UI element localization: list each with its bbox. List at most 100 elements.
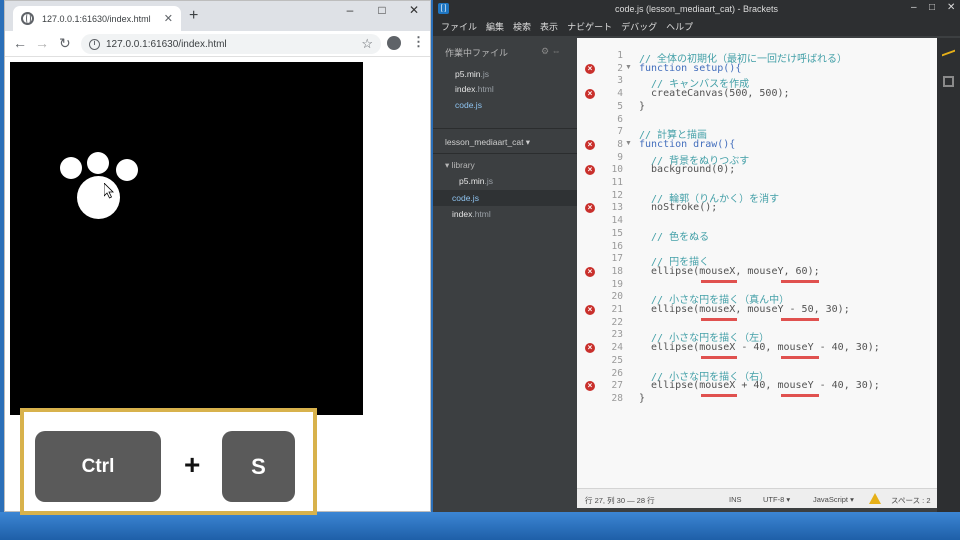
- code-line: ellipse(mouseX, mouseY, 60);: [639, 265, 820, 277]
- menu-dots-icon[interactable]: ⋮: [412, 34, 425, 50]
- line-number: 3: [617, 75, 623, 87]
- lint-underline: [701, 279, 737, 283]
- tree-file-active[interactable]: code.js: [452, 193, 479, 203]
- info-icon[interactable]: i: [89, 38, 100, 50]
- lint-underline: [781, 279, 819, 283]
- language-select[interactable]: JavaScript ▾: [813, 495, 854, 504]
- account-icon[interactable]: [387, 36, 401, 50]
- minimize-button[interactable]: –: [335, 3, 365, 17]
- fold-arrow-icon[interactable]: ▼: [625, 64, 632, 71]
- sidebar: 作業中ファイル ⚙ ⇔ p5.min.js index.html code.js…: [433, 38, 577, 512]
- menu-debug[interactable]: デバッグ: [621, 18, 657, 36]
- lint-underline: [781, 355, 819, 359]
- project-dropdown[interactable]: lesson_mediaart_cat ▾: [445, 137, 530, 148]
- lint-error-icon[interactable]: ×: [585, 203, 595, 214]
- line-number: 6: [617, 113, 623, 125]
- menu-help[interactable]: ヘルプ: [666, 18, 693, 36]
- close-window-button[interactable]: ✕: [399, 3, 429, 17]
- paw-toe-middle: [87, 152, 109, 174]
- lint-error-icon[interactable]: ×: [585, 89, 595, 100]
- lint-error-icon[interactable]: ×: [585, 381, 595, 392]
- line-number: 18: [611, 265, 623, 277]
- tree-folder-library[interactable]: ▾ library: [445, 160, 475, 171]
- menu-file[interactable]: ファイル: [441, 18, 477, 36]
- divider: [433, 153, 577, 154]
- line-number: 11: [611, 177, 623, 188]
- minimize-button[interactable]: –: [911, 2, 917, 13]
- live-preview-icon[interactable]: [942, 49, 955, 63]
- cursor-position: 行 27, 列 30 — 28 行: [585, 496, 655, 505]
- lint-error-icon[interactable]: ×: [585, 343, 595, 354]
- line-number: 19: [611, 278, 623, 290]
- menu-view[interactable]: 表示: [540, 18, 558, 36]
- lint-underline: [701, 317, 737, 321]
- browser-toolbar: ← → ↻ i 127.0.0.1:61630/index.html ☆ ⋮: [5, 31, 430, 57]
- new-tab-button[interactable]: +: [189, 7, 198, 25]
- working-files-header: 作業中ファイル: [445, 48, 509, 58]
- back-icon[interactable]: ←: [13, 35, 27, 51]
- menu-find[interactable]: 検索: [513, 18, 531, 36]
- line-number: 12: [611, 189, 623, 201]
- plus-sign: +: [184, 449, 201, 480]
- line-number: 23: [611, 329, 623, 341]
- lint-error-icon[interactable]: ×: [585, 165, 595, 176]
- ins-mode[interactable]: INS: [729, 495, 742, 504]
- fold-arrow-icon[interactable]: ▼: [625, 140, 632, 147]
- reload-icon[interactable]: ↻: [59, 35, 71, 52]
- menu-navigate[interactable]: ナビゲート: [567, 18, 612, 36]
- lint-error-icon[interactable]: ×: [585, 305, 595, 315]
- url-text[interactable]: 127.0.0.1:61630/index.html: [106, 39, 361, 50]
- lint-error-icon[interactable]: ×: [585, 63, 595, 74]
- code-editor[interactable]: 1// 全体の初期化（最初に一回だけ呼ばれる） 2 ▼ × function setup…: [577, 38, 937, 488]
- line-number: 20: [611, 291, 623, 303]
- line-number: 5: [617, 100, 623, 112]
- lint-error-icon[interactable]: ×: [585, 266, 595, 277]
- menu-bar: ファイル 編集 検索 表示 ナビゲート デバッグ ヘルプ: [433, 18, 960, 36]
- code-line: noStroke();: [639, 202, 718, 214]
- indent-spaces[interactable]: スペース : 2: [891, 495, 931, 506]
- mouse-cursor-icon: [104, 183, 114, 199]
- ctrl-key: Ctrl: [35, 431, 161, 502]
- working-file-active[interactable]: code.js: [455, 100, 482, 110]
- extension-manager-icon[interactable]: [943, 76, 954, 87]
- forward-icon[interactable]: →: [35, 35, 49, 51]
- browser-tab[interactable]: 127.0.0.1:61630/index.html ✕: [13, 6, 181, 31]
- paw-toe-right: [116, 159, 138, 181]
- line-number: 9: [617, 151, 623, 163]
- maximize-button[interactable]: □: [367, 3, 397, 17]
- encoding-select[interactable]: UTF-8 ▾: [763, 495, 790, 504]
- tree-file[interactable]: p5.min.js: [459, 176, 493, 186]
- status-bar: 行 27, 列 30 — 28 行 INS UTF-8 ▾ JavaScript…: [577, 488, 937, 508]
- bookmark-star-icon[interactable]: ☆: [361, 36, 373, 52]
- code-line: }: [639, 392, 646, 404]
- warning-icon[interactable]: [869, 493, 881, 504]
- working-file[interactable]: index.html: [455, 84, 494, 94]
- line-number: 13: [611, 202, 623, 214]
- line-number: 24: [611, 342, 623, 354]
- code-line: ellipse(mouseX + 40, mouseY - 40, 30);: [639, 380, 880, 392]
- code-line: ellipse(mouseX - 40, mouseY - 40, 30);: [639, 342, 880, 354]
- line-number: 22: [611, 316, 623, 328]
- code-line: function setup(){: [639, 62, 742, 74]
- address-bar[interactable]: i 127.0.0.1:61630/index.html ☆: [81, 34, 381, 54]
- right-toolbar: [937, 38, 960, 512]
- lint-error-icon[interactable]: ×: [585, 139, 595, 150]
- line-number: 17: [611, 253, 623, 265]
- tab-strip: 127.0.0.1:61630/index.html ✕ + – □ ✕: [5, 1, 430, 31]
- shortcut-overlay: Ctrl + S: [20, 408, 317, 515]
- working-file[interactable]: p5.min.js: [455, 69, 489, 79]
- sidebar-gear-icon[interactable]: ⚙ ⇔: [541, 46, 561, 57]
- window-title: code.js (lesson_mediaart_cat) - Brackets: [614, 4, 779, 14]
- lint-underline: [701, 393, 737, 397]
- taskbar: [0, 512, 960, 540]
- line-number: 2: [617, 62, 623, 74]
- tree-file[interactable]: index.html: [452, 209, 491, 219]
- close-tab-icon[interactable]: ✕: [164, 12, 173, 25]
- code-line: }: [639, 100, 646, 112]
- p5-canvas[interactable]: [10, 62, 363, 415]
- menu-edit[interactable]: 編集: [486, 18, 504, 36]
- lint-underline: [701, 355, 737, 359]
- close-window-button[interactable]: ✕: [947, 2, 955, 13]
- maximize-button[interactable]: □: [929, 2, 935, 13]
- line-number: 7: [617, 126, 623, 138]
